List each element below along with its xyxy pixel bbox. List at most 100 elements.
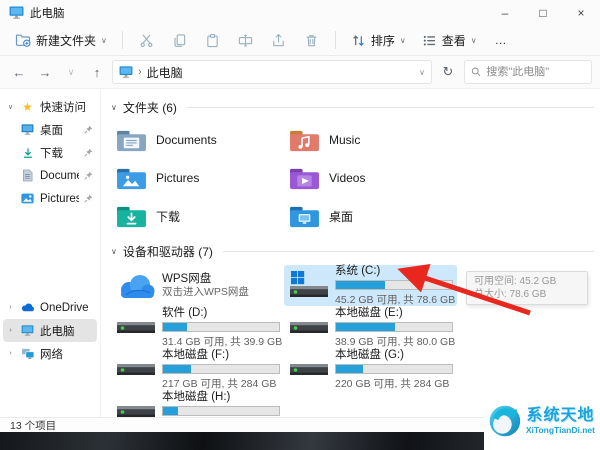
sidebar-item-label: Pictures: [40, 193, 79, 205]
drive-item-h[interactable]: 本地磁盘 (H:) 245 GB 可用, 共 283 GB: [111, 391, 284, 417]
sidebar-item-label: 此电脑: [40, 323, 75, 339]
tooltip-total-size: 总大小: 78.6 GB: [474, 288, 580, 301]
view-icon: [422, 33, 437, 48]
sidebar-item-label: 网络: [40, 346, 63, 362]
collapse-chevron-icon[interactable]: ›: [6, 350, 15, 357]
rename-button[interactable]: [230, 29, 261, 52]
folders-section-title: 文件夹 (6): [123, 99, 177, 116]
drive-item-c[interactable]: 系统 (C:) 45.2 GB 可用, 共 78.6 GB: [284, 265, 457, 306]
sidebar-spacer: [0, 210, 100, 296]
forward-button[interactable]: →: [34, 61, 56, 83]
folder-name: 桌面: [329, 208, 353, 225]
videos-folder-icon: [288, 165, 321, 192]
rename-icon: [238, 33, 253, 48]
paste-button[interactable]: [197, 29, 228, 52]
maximize-button[interactable]: □: [524, 0, 562, 25]
collapse-chevron-icon[interactable]: ›: [6, 304, 15, 311]
close-button[interactable]: ×: [562, 0, 600, 25]
folder-item-desktop[interactable]: 桌面: [284, 197, 457, 235]
copy-button[interactable]: [164, 29, 195, 52]
window-controls: – □ ×: [486, 0, 600, 25]
network-icon: [20, 347, 35, 361]
sidebar-item-pictures[interactable]: Pictures: [3, 187, 97, 210]
pictures-folder-icon: [115, 165, 148, 192]
watermark: 系统天地 XiTongTianDi.net: [484, 392, 600, 450]
sort-icon: [351, 33, 366, 48]
system-drive-icon: [289, 271, 329, 301]
drive-name: 本地磁盘 (F:): [162, 349, 279, 362]
sidebar-item-label: OneDrive: [40, 302, 89, 314]
watermark-logo-icon: [488, 403, 522, 439]
sidebar-item-onedrive[interactable]: › OneDrive: [3, 296, 97, 319]
breadcrumb[interactable]: › 此电脑 ∨: [112, 60, 432, 84]
explorer-body: ∨ ★ 快速访问 桌面: [0, 89, 600, 417]
document-icon: [20, 169, 35, 183]
sidebar-item-downloads[interactable]: 下载: [3, 141, 97, 164]
crumb-this-pc[interactable]: 此电脑: [147, 64, 183, 81]
more-options-button[interactable]: …: [486, 29, 517, 51]
chevron-down-icon: ∨: [101, 36, 107, 45]
sidebar-item-quick-access[interactable]: ∨ ★ 快速访问: [3, 95, 97, 118]
drive-item-d[interactable]: 软件 (D:) 31.4 GB 可用, 共 39.9 GB: [111, 307, 284, 348]
drive-item-g[interactable]: 本地磁盘 (G:) 220 GB 可用, 共 284 GB: [284, 349, 457, 390]
drive-item-f[interactable]: 本地磁盘 (F:) 217 GB 可用, 共 284 GB: [111, 349, 284, 390]
folder-item-music[interactable]: Music: [284, 121, 457, 159]
paste-icon: [205, 33, 220, 48]
history-chevron-button[interactable]: ∨: [60, 61, 82, 83]
drive-item-e[interactable]: 本地磁盘 (E:) 38.9 GB 可用, 共 80.0 GB: [284, 307, 457, 348]
capacity-bar-fill: [163, 365, 191, 373]
wps-cloud-icon: [116, 271, 156, 301]
section-divider: [223, 251, 594, 252]
up-button[interactable]: ↑: [86, 61, 108, 83]
address-dropdown-icon[interactable]: ∨: [419, 68, 425, 77]
sidebar-item-label: Documents: [40, 170, 79, 182]
folder-name: Pictures: [156, 171, 199, 185]
back-button[interactable]: ←: [8, 61, 30, 83]
sidebar-item-this-pc[interactable]: › 此电脑: [3, 319, 97, 342]
minimize-button[interactable]: –: [486, 0, 524, 25]
expand-chevron-icon[interactable]: ∨: [6, 103, 15, 111]
drive-tooltip: 可用空间: 45.2 GB 总大小: 78.6 GB: [466, 271, 588, 305]
hard-drive-icon: [289, 313, 329, 343]
sidebar-item-network[interactable]: › 网络: [3, 342, 97, 365]
search-input[interactable]: [486, 66, 585, 78]
this-pc-icon: [20, 324, 35, 338]
cut-button[interactable]: [131, 29, 162, 52]
drive-capacity: 31.4 GB 可用, 共 39.9 GB: [162, 334, 279, 349]
drive-capacity: 220 GB 可用, 共 284 GB: [335, 376, 452, 391]
pin-icon: [84, 169, 93, 183]
sidebar-item-label: 桌面: [40, 122, 63, 138]
sort-button[interactable]: 排序 ∨: [344, 28, 413, 53]
window-title: 此电脑: [30, 5, 65, 21]
new-folder-icon: [15, 32, 31, 48]
search-box[interactable]: [464, 60, 592, 84]
capacity-bar-fill: [336, 365, 363, 373]
new-folder-button[interactable]: 新建文件夹 ∨: [8, 28, 114, 53]
folder-item-pictures[interactable]: Pictures: [111, 159, 284, 197]
desktop-icon: [20, 123, 35, 137]
collapse-chevron-icon[interactable]: ›: [6, 327, 15, 334]
hard-drive-icon: [116, 355, 156, 385]
folder-item-documents[interactable]: Documents: [111, 121, 284, 159]
folder-name: Documents: [156, 133, 217, 147]
folders-section-header[interactable]: ∨ 文件夹 (6): [111, 99, 594, 115]
folder-item-downloads[interactable]: 下载: [111, 197, 284, 235]
hard-drive-icon: [116, 313, 156, 343]
folder-item-videos[interactable]: Videos: [284, 159, 457, 197]
drive-item-wps[interactable]: WPS网盘 双击进入WPS网盘: [111, 265, 284, 306]
delete-button[interactable]: [296, 29, 327, 52]
view-button[interactable]: 查看 ∨: [415, 28, 484, 53]
cut-icon: [139, 33, 154, 48]
folders-grid: Documents Music: [111, 121, 594, 235]
downloads-folder-icon: [115, 203, 148, 230]
watermark-title: 系统天地: [526, 407, 594, 425]
capacity-bar: [162, 406, 280, 416]
devices-section-header[interactable]: ∨ 设备和驱动器 (7): [111, 243, 594, 259]
share-button[interactable]: [263, 29, 294, 52]
refresh-button[interactable]: ↻: [436, 61, 460, 83]
sidebar-item-desktop[interactable]: 桌面: [3, 118, 97, 141]
sidebar-item-documents[interactable]: Documents: [3, 164, 97, 187]
drive-name: 系统 (C:): [335, 265, 452, 278]
drive-subtitle: 双击进入WPS网盘: [162, 286, 279, 299]
watermark-site: XiTongTianDi.net: [526, 425, 595, 436]
